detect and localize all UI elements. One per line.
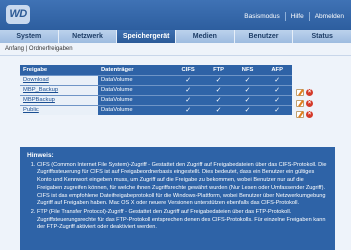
volume-cell: DataVolume xyxy=(98,94,172,105)
row-actions: × xyxy=(296,99,318,107)
tab-status[interactable]: Status xyxy=(293,30,351,43)
logout-link[interactable]: Abmelden xyxy=(315,13,344,20)
row-actions: × xyxy=(296,88,318,96)
share-link[interactable]: Download xyxy=(20,74,98,85)
nfs-check-icon: ✓ xyxy=(232,84,263,95)
share-link[interactable]: MBP_Backup xyxy=(20,84,98,95)
help-link[interactable]: Hilfe xyxy=(291,13,304,20)
col-afp: AFP xyxy=(262,65,292,75)
ftp-check-icon: ✓ xyxy=(204,74,233,85)
nfs-check-icon: ✓ xyxy=(232,94,263,105)
note-item-cifs: CIFS (Common Internet File System)-Zugri… xyxy=(37,162,329,208)
row-actions: × xyxy=(296,110,318,118)
top-header: WD Basismodus Hilfe Abmelden xyxy=(0,0,351,30)
cifs-check-icon: ✓ xyxy=(172,94,205,105)
tab-users[interactable]: Benutzer xyxy=(234,30,294,43)
notes-box: Hinweis: CIFS (Common Internet File Syst… xyxy=(20,147,335,250)
delete-icon[interactable]: × xyxy=(306,99,313,107)
ftp-check-icon: ✓ xyxy=(204,84,233,95)
share-link[interactable]: MBPBackup xyxy=(20,94,98,105)
afp-check-icon: ✓ xyxy=(262,104,292,115)
col-share: Freigabe xyxy=(20,65,98,75)
ftp-check-icon: ✓ xyxy=(204,94,233,105)
col-cifs: CIFS xyxy=(172,65,205,75)
tab-system[interactable]: System xyxy=(0,30,59,43)
volume-cell: DataVolume xyxy=(98,104,172,115)
afp-check-icon: ✓ xyxy=(262,84,292,95)
main-nav: System Netzwerk Speichergerät Medien Ben… xyxy=(0,30,351,43)
menu-divider xyxy=(308,11,310,21)
col-volume: Datenträger xyxy=(98,65,172,75)
cifs-check-icon: ✓ xyxy=(172,84,205,95)
menu-divider xyxy=(284,11,286,21)
col-nfs: NFS xyxy=(232,65,263,75)
table-header-row: Freigabe Datenträger CIFS FTP NFS AFP xyxy=(20,65,292,75)
cifs-check-icon: ✓ xyxy=(172,104,205,115)
volume-cell: DataVolume xyxy=(98,74,172,85)
notes-list: CIFS (Common Internet File System)-Zugri… xyxy=(27,162,329,232)
ftp-check-icon: ✓ xyxy=(204,104,233,115)
notes-title: Hinweis: xyxy=(27,152,54,159)
breadcrumb: Anfang | Ordnerfreigaben xyxy=(5,46,73,52)
basic-mode-link[interactable]: Basismodus xyxy=(244,13,279,20)
breadcrumb-divider xyxy=(0,55,351,56)
table-row: MBPBackup DataVolume ✓ ✓ ✓ ✓ xyxy=(20,94,292,105)
delete-icon[interactable]: × xyxy=(306,110,313,118)
top-menu: Basismodus Hilfe Abmelden xyxy=(244,10,351,22)
col-ftp: FTP xyxy=(204,65,233,75)
tab-storage[interactable]: Speichergerät xyxy=(117,30,177,43)
share-link[interactable]: Public xyxy=(20,104,98,115)
wd-logo: WD xyxy=(6,5,30,24)
volume-cell: DataVolume xyxy=(98,84,172,95)
nfs-check-icon: ✓ xyxy=(232,74,263,85)
tab-network[interactable]: Netzwerk xyxy=(58,30,118,43)
tab-media[interactable]: Medien xyxy=(176,30,235,43)
cifs-check-icon: ✓ xyxy=(172,74,205,85)
table-row: Download DataVolume ✓ ✓ ✓ ✓ xyxy=(20,74,292,85)
edit-icon[interactable] xyxy=(296,99,304,107)
note-item-ftp: FTP (File Transfer Protocol)-Zugriff - G… xyxy=(37,209,329,232)
afp-check-icon: ✓ xyxy=(262,94,292,105)
shares-table: Freigabe Datenträger CIFS FTP NFS AFP Do… xyxy=(20,65,292,115)
delete-icon[interactable]: × xyxy=(306,88,313,96)
table-row: MBP_Backup DataVolume ✓ ✓ ✓ ✓ xyxy=(20,84,292,95)
edit-icon[interactable] xyxy=(296,110,304,118)
nfs-check-icon: ✓ xyxy=(232,104,263,115)
afp-check-icon: ✓ xyxy=(262,74,292,85)
edit-icon[interactable] xyxy=(296,88,304,96)
table-row: Public DataVolume ✓ ✓ ✓ ✓ xyxy=(20,104,292,115)
